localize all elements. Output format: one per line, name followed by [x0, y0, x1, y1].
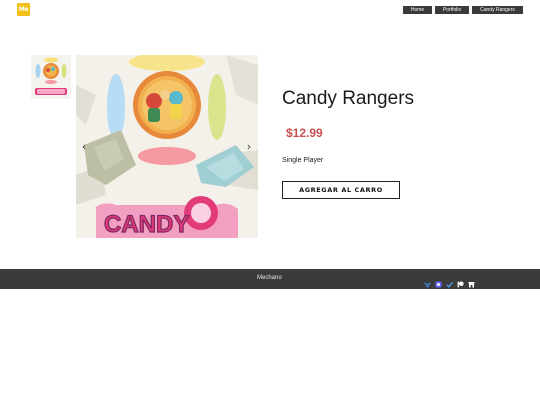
top-bar: Me Home Portfolio Candy Rangers	[0, 0, 540, 22]
footer-text: Mechano	[257, 275, 282, 281]
gallery-next-button[interactable]: ›	[244, 139, 254, 153]
bluesky-icon[interactable]	[424, 275, 431, 288]
product-price: $12.99	[286, 126, 323, 140]
product-image: CANDY	[76, 55, 258, 238]
product-variant: Single Player	[282, 157, 324, 164]
add-to-cart-button[interactable]: AGREGAR AL CARRO	[282, 181, 400, 199]
store-icon[interactable]	[468, 275, 475, 288]
logo-candy-text: CANDY	[104, 211, 189, 238]
chevron-right-icon: ›	[246, 139, 252, 153]
gallery-thumbnail[interactable]	[31, 55, 71, 99]
mastodon-icon[interactable]	[435, 275, 442, 288]
patreon-icon[interactable]	[457, 275, 464, 288]
site-logo[interactable]: Me	[17, 3, 30, 16]
footer: Mechano	[0, 269, 540, 289]
gallery-prev-button[interactable]: ‹	[79, 139, 89, 153]
nav-portfolio[interactable]: Portfolio	[435, 6, 469, 14]
social-links	[424, 275, 475, 288]
main-nav: Home Portfolio Candy Rangers	[403, 6, 523, 14]
check-icon[interactable]	[446, 275, 453, 288]
chevron-left-icon: ‹	[81, 139, 87, 153]
product-title: Candy Rangers	[282, 88, 415, 109]
nav-home[interactable]: Home	[403, 6, 432, 14]
nav-candy-rangers[interactable]: Candy Rangers	[472, 6, 523, 14]
